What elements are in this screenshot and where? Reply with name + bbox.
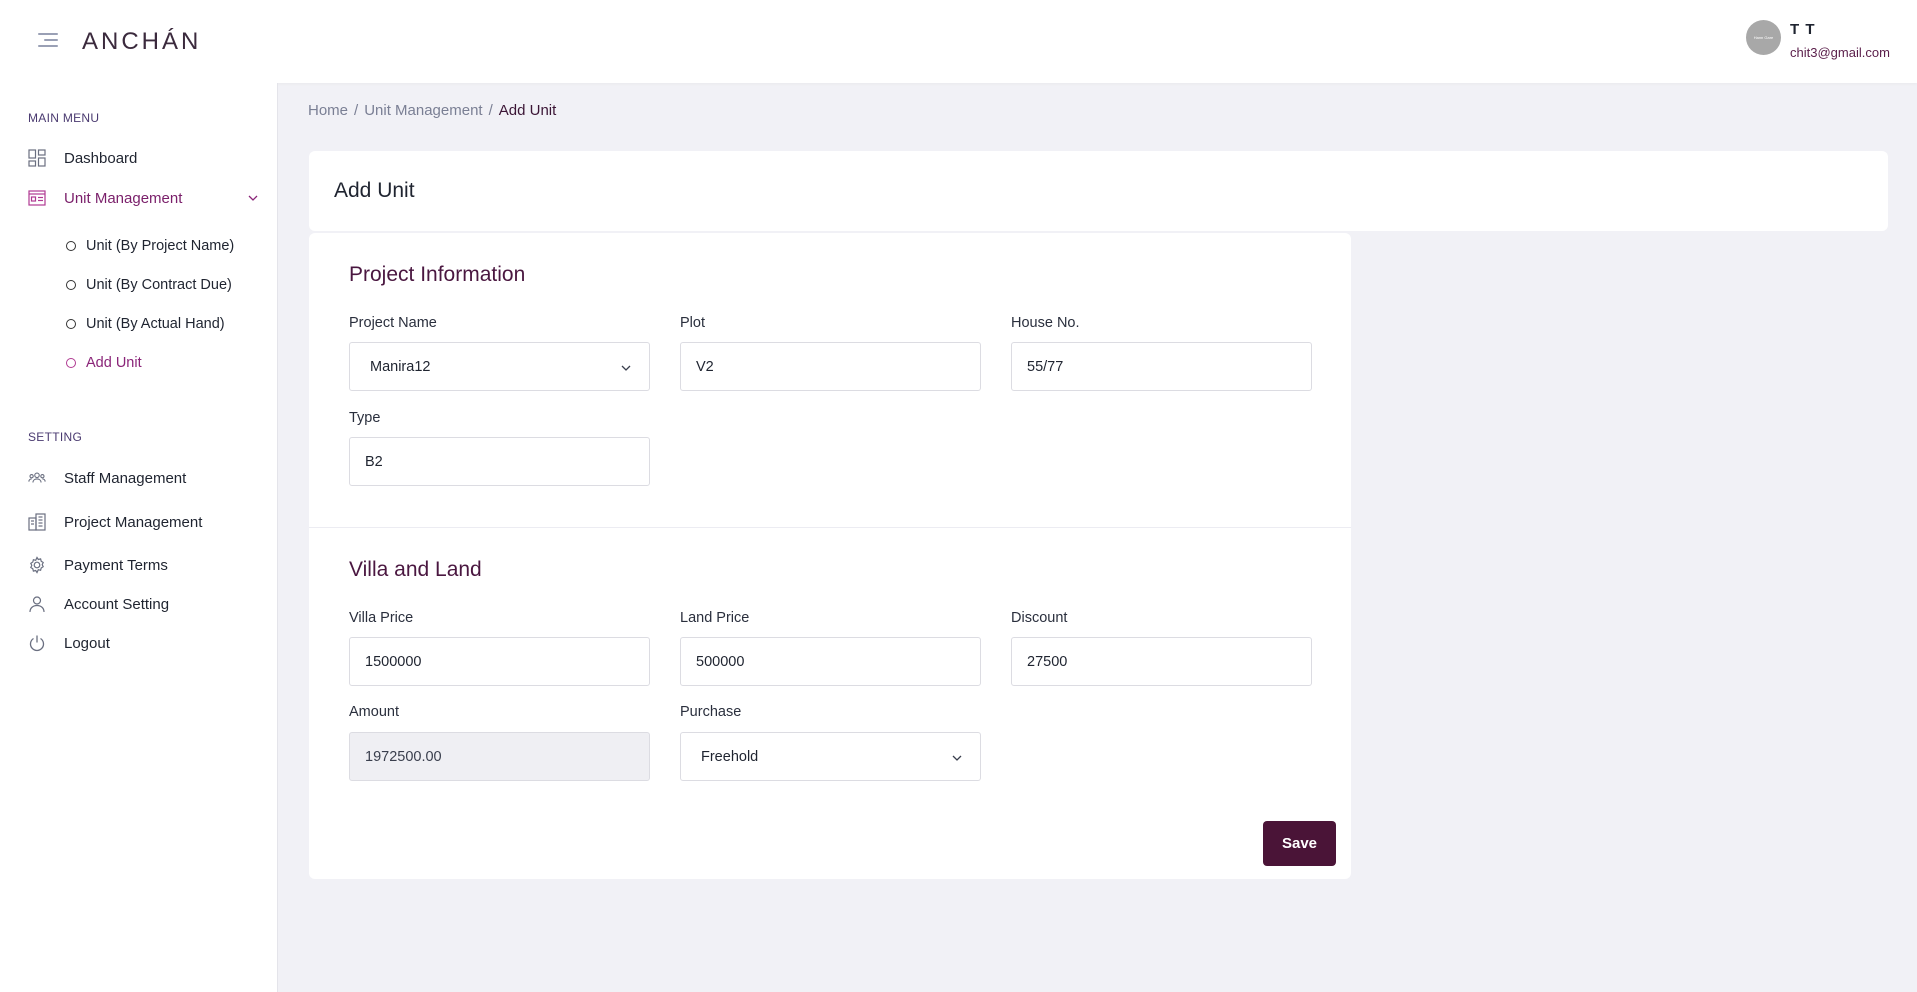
sidebar-item-label: Payment Terms	[64, 556, 168, 574]
power-icon	[28, 634, 46, 652]
sidebar-item-account-setting[interactable]: Account Setting	[28, 592, 260, 616]
add-unit-form: Project Information Project Name Manira1…	[309, 233, 1351, 879]
avatar[interactable]: Hann Gare	[1746, 20, 1781, 55]
circle-icon	[66, 280, 76, 290]
chevron-down-icon	[952, 755, 962, 761]
type-input[interactable]: B2	[349, 437, 650, 486]
sidebar-item-label: Logout	[64, 634, 110, 652]
project-name-label: Project Name	[349, 315, 437, 331]
dashboard-icon	[28, 149, 46, 167]
sidebar-subitem-label: Unit (By Actual Hand)	[86, 316, 225, 332]
sidebar-item-label: Account Setting	[64, 595, 170, 613]
land-price-label: Land Price	[680, 610, 750, 626]
villa-and-land-title: Villa and Land	[349, 558, 482, 581]
sidebar-item-payment-terms[interactable]: Payment Terms	[28, 553, 260, 577]
menu-toggle-icon[interactable]	[38, 33, 58, 47]
sidebar-item-staff-management[interactable]: Staff Management	[28, 466, 260, 490]
chevron-down-icon[interactable]	[246, 191, 260, 205]
project-name-value: Manira12	[370, 358, 431, 375]
sidebar-subitem-by-contract-due[interactable]: Unit (By Contract Due)	[66, 275, 232, 295]
project-name-select[interactable]: Manira12	[349, 342, 650, 391]
sidebar-subitem-by-actual-hand[interactable]: Unit (By Actual Hand)	[66, 314, 225, 334]
user-icon	[28, 595, 46, 613]
sidebar-item-label: Dashboard	[64, 149, 138, 167]
sidebar-subitem-label: Add Unit	[86, 355, 142, 371]
breadcrumb: Home / Unit Management / Add Unit	[308, 102, 556, 119]
main-menu-label: MAIN MENU	[28, 111, 100, 125]
page-title: Add Unit	[334, 179, 415, 202]
setting-label: SETTING	[28, 430, 83, 444]
discount-input[interactable]: 27500	[1011, 637, 1312, 686]
circle-icon	[66, 358, 76, 368]
villa-price-input[interactable]: 1500000	[349, 637, 650, 686]
sidebar-subitem-label: Unit (By Contract Due)	[86, 277, 232, 293]
save-button[interactable]: Save	[1263, 821, 1336, 866]
user-email: chit3@gmail.com	[1790, 45, 1890, 60]
sidebar-subitem-label: Unit (By Project Name)	[86, 238, 235, 254]
sidebar-item-logout[interactable]: Logout	[28, 631, 260, 655]
project-information-title: Project Information	[349, 263, 526, 286]
app-logo[interactable]: ANCHÁN	[82, 28, 201, 56]
users-icon	[28, 469, 46, 487]
sidebar-item-unit-management[interactable]: Unit Management	[28, 186, 260, 210]
amount-input: 1972500.00	[349, 732, 650, 781]
gear-icon	[28, 556, 46, 574]
discount-label: Discount	[1011, 610, 1068, 626]
top-header: ANCHÁN Hann Gare T T chit3@gmail.com	[0, 0, 1917, 83]
breadcrumb-current: Add Unit	[498, 102, 557, 119]
house-no-input[interactable]: 55/77	[1011, 342, 1312, 391]
chevron-down-icon	[621, 365, 631, 371]
breadcrumb-home[interactable]: Home	[308, 102, 348, 119]
plot-input[interactable]: V2	[680, 342, 981, 391]
building-icon	[28, 513, 46, 531]
sidebar-subitem-by-project-name[interactable]: Unit (By Project Name)	[66, 236, 234, 256]
sidebar-item-label: Project Management	[64, 513, 203, 531]
circle-icon	[66, 241, 76, 251]
plot-label: Plot	[680, 315, 705, 331]
sidebar-subitem-add-unit[interactable]: Add Unit	[66, 353, 142, 373]
sidebar-item-dashboard[interactable]: Dashboard	[28, 146, 260, 170]
sidebar-item-project-management[interactable]: Project Management	[28, 510, 260, 534]
sidebar-item-label: Staff Management	[64, 469, 187, 487]
sidebar-item-label: Unit Management	[64, 189, 183, 207]
house-no-label: House No.	[1011, 315, 1080, 331]
user-name[interactable]: T T	[1790, 21, 1816, 38]
page-title-card: Add Unit	[309, 151, 1888, 231]
purchase-label: Purchase	[680, 704, 742, 720]
land-price-input[interactable]: 500000	[680, 637, 981, 686]
breadcrumb-separator: /	[354, 102, 359, 119]
breadcrumb-separator: /	[488, 102, 493, 119]
amount-label: Amount	[349, 704, 399, 720]
type-label: Type	[349, 410, 381, 426]
breadcrumb-unit-management[interactable]: Unit Management	[364, 102, 482, 119]
purchase-value: Freehold	[701, 748, 759, 765]
purchase-select[interactable]: Freehold	[680, 732, 981, 781]
villa-price-label: Villa Price	[349, 610, 414, 626]
sidebar: MAIN MENU Dashboard Unit Management Unit…	[0, 83, 278, 992]
section-divider	[309, 527, 1351, 528]
circle-icon	[66, 319, 76, 329]
unit-management-icon	[28, 189, 46, 207]
